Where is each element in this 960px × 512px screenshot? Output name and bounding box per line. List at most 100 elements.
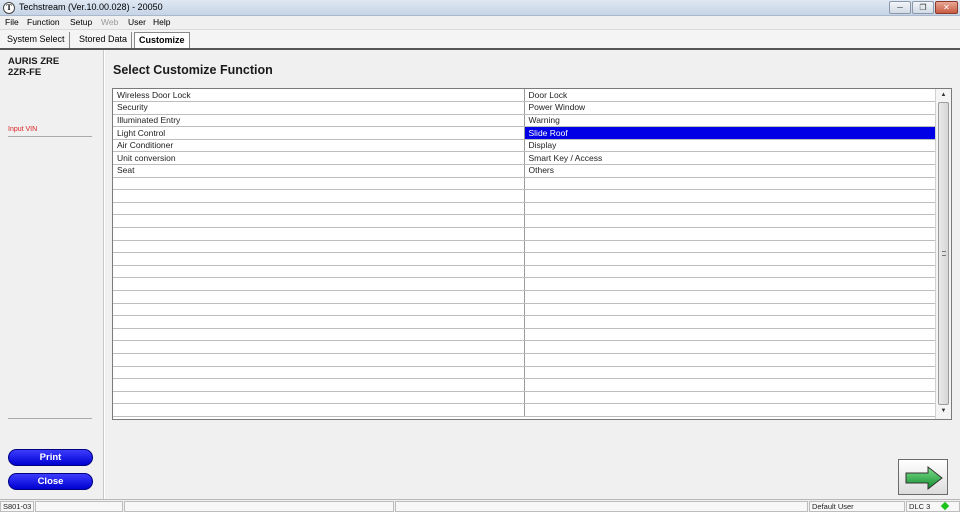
empty-cell <box>524 277 935 291</box>
function-cell[interactable]: Light Control <box>113 126 525 140</box>
table-row: Air Conditioner Display <box>113 139 935 153</box>
function-cell[interactable]: Slide Roof <box>524 126 935 140</box>
tab-stored-data[interactable]: Stored Data <box>75 32 133 49</box>
empty-cell <box>524 378 935 392</box>
empty-cell <box>113 353 525 367</box>
status-code: S801-03 <box>0 501 34 512</box>
function-cell[interactable]: Display <box>524 139 935 153</box>
empty-cell <box>113 277 525 291</box>
table-row <box>113 353 935 367</box>
function-cell[interactable]: Warning <box>524 114 935 128</box>
tab-customize[interactable]: Customize <box>134 32 190 49</box>
function-cell[interactable]: Unit conversion <box>113 151 525 166</box>
table-row <box>113 252 935 266</box>
table-row <box>113 328 935 342</box>
table-row <box>113 391 935 405</box>
scroll-down-icon[interactable]: ▼ <box>938 407 949 416</box>
status-user: Default User <box>809 501 905 512</box>
status-cell-empty-3 <box>395 501 808 512</box>
empty-cell <box>524 265 935 279</box>
empty-cell <box>113 340 525 354</box>
menu-file[interactable]: File <box>5 17 19 27</box>
menu-setup[interactable]: Setup <box>70 17 92 27</box>
function-cell[interactable]: Door Lock <box>524 89 935 103</box>
function-cell[interactable]: Illuminated Entry <box>113 114 525 128</box>
table-row <box>113 378 935 392</box>
empty-cell <box>113 403 525 417</box>
empty-cell <box>113 240 525 254</box>
status-connection: DLC 3 <box>906 501 960 512</box>
close-window-button[interactable]: ✕ <box>935 1 958 14</box>
empty-cell <box>524 303 935 317</box>
table-row <box>113 202 935 216</box>
empty-cell <box>113 290 525 304</box>
empty-cell <box>113 366 525 380</box>
table-row: Seat Others <box>113 164 935 178</box>
table-row <box>113 214 935 229</box>
scroll-thumb[interactable] <box>938 102 949 405</box>
empty-cell <box>113 265 525 279</box>
empty-cell <box>524 366 935 380</box>
vehicle-panel: AURIS ZRE 2ZR-FE Input VIN Print Close <box>0 50 104 499</box>
empty-cell <box>113 303 525 317</box>
table-row <box>113 189 935 203</box>
page-title: Select Customize Function <box>113 63 273 77</box>
empty-cell <box>524 177 935 191</box>
table-row: Illuminated Entry Warning <box>113 114 935 128</box>
menu-help[interactable]: Help <box>153 17 170 27</box>
table-row <box>113 340 935 354</box>
vehicle-model: AURIS ZRE <box>8 56 60 67</box>
empty-cell <box>524 340 935 354</box>
empty-cell <box>524 315 935 329</box>
function-cell[interactable]: Power Window <box>524 101 935 115</box>
menu-user[interactable]: User <box>128 17 146 27</box>
function-cell[interactable]: Wireless Door Lock <box>113 89 525 103</box>
table-row <box>113 227 935 241</box>
scroll-up-icon[interactable]: ▲ <box>938 91 949 100</box>
input-vin-link[interactable]: Input VIN <box>8 126 37 133</box>
empty-cell <box>524 202 935 216</box>
table-row <box>113 366 935 380</box>
vertical-scrollbar[interactable]: ▲ ▼ <box>935 89 951 419</box>
empty-cell <box>113 252 525 266</box>
empty-cell <box>113 378 525 392</box>
function-cell[interactable]: Air Conditioner <box>113 139 525 153</box>
close-button[interactable]: Close <box>8 473 93 490</box>
function-cell[interactable]: Smart Key / Access <box>524 151 935 166</box>
app-icon: T <box>3 2 15 14</box>
empty-cell <box>113 328 525 342</box>
empty-cell <box>524 227 935 241</box>
empty-cell <box>113 391 525 405</box>
maximize-button[interactable]: ❐ <box>912 1 934 14</box>
empty-cell <box>524 353 935 367</box>
menu-web: Web <box>101 17 119 27</box>
vehicle-engine: 2ZR-FE <box>8 67 42 78</box>
empty-cell <box>524 240 935 254</box>
main-panel: Select Customize Function Wireless Door … <box>105 50 960 499</box>
table-row <box>113 177 935 191</box>
status-cell-empty-1 <box>35 501 123 512</box>
tab-system-select[interactable]: System Select <box>3 32 70 49</box>
tab-strip: System Select Stored Data Customize <box>0 29 960 49</box>
table-row <box>113 265 935 279</box>
right-arrow-icon <box>905 465 943 491</box>
function-cell[interactable]: Security <box>113 101 525 115</box>
print-button[interactable]: Print <box>8 449 93 466</box>
table-row: Unit conversion Smart Key / Access <box>113 151 935 166</box>
function-cell[interactable]: Others <box>524 164 935 178</box>
menu-function[interactable]: Function <box>27 17 60 27</box>
vin-divider <box>8 136 92 137</box>
title-bar: T Techstream (Ver.10.00.028) - 20050 ─ ❐… <box>0 0 960 16</box>
function-cell[interactable]: Seat <box>113 164 525 178</box>
menu-bar: File Function Setup Web User Help <box>0 16 960 29</box>
table-row <box>113 240 935 254</box>
minimize-button[interactable]: ─ <box>889 1 911 14</box>
next-button[interactable] <box>898 459 948 495</box>
table-row: Wireless Door Lock Door Lock <box>113 89 935 103</box>
empty-cell <box>524 391 935 405</box>
empty-cell <box>113 315 525 329</box>
empty-cell <box>113 214 525 229</box>
table-row: Security Power Window <box>113 101 935 115</box>
empty-cell <box>524 290 935 304</box>
function-table: Wireless Door Lock Door Lock Security Power… <box>113 89 935 417</box>
